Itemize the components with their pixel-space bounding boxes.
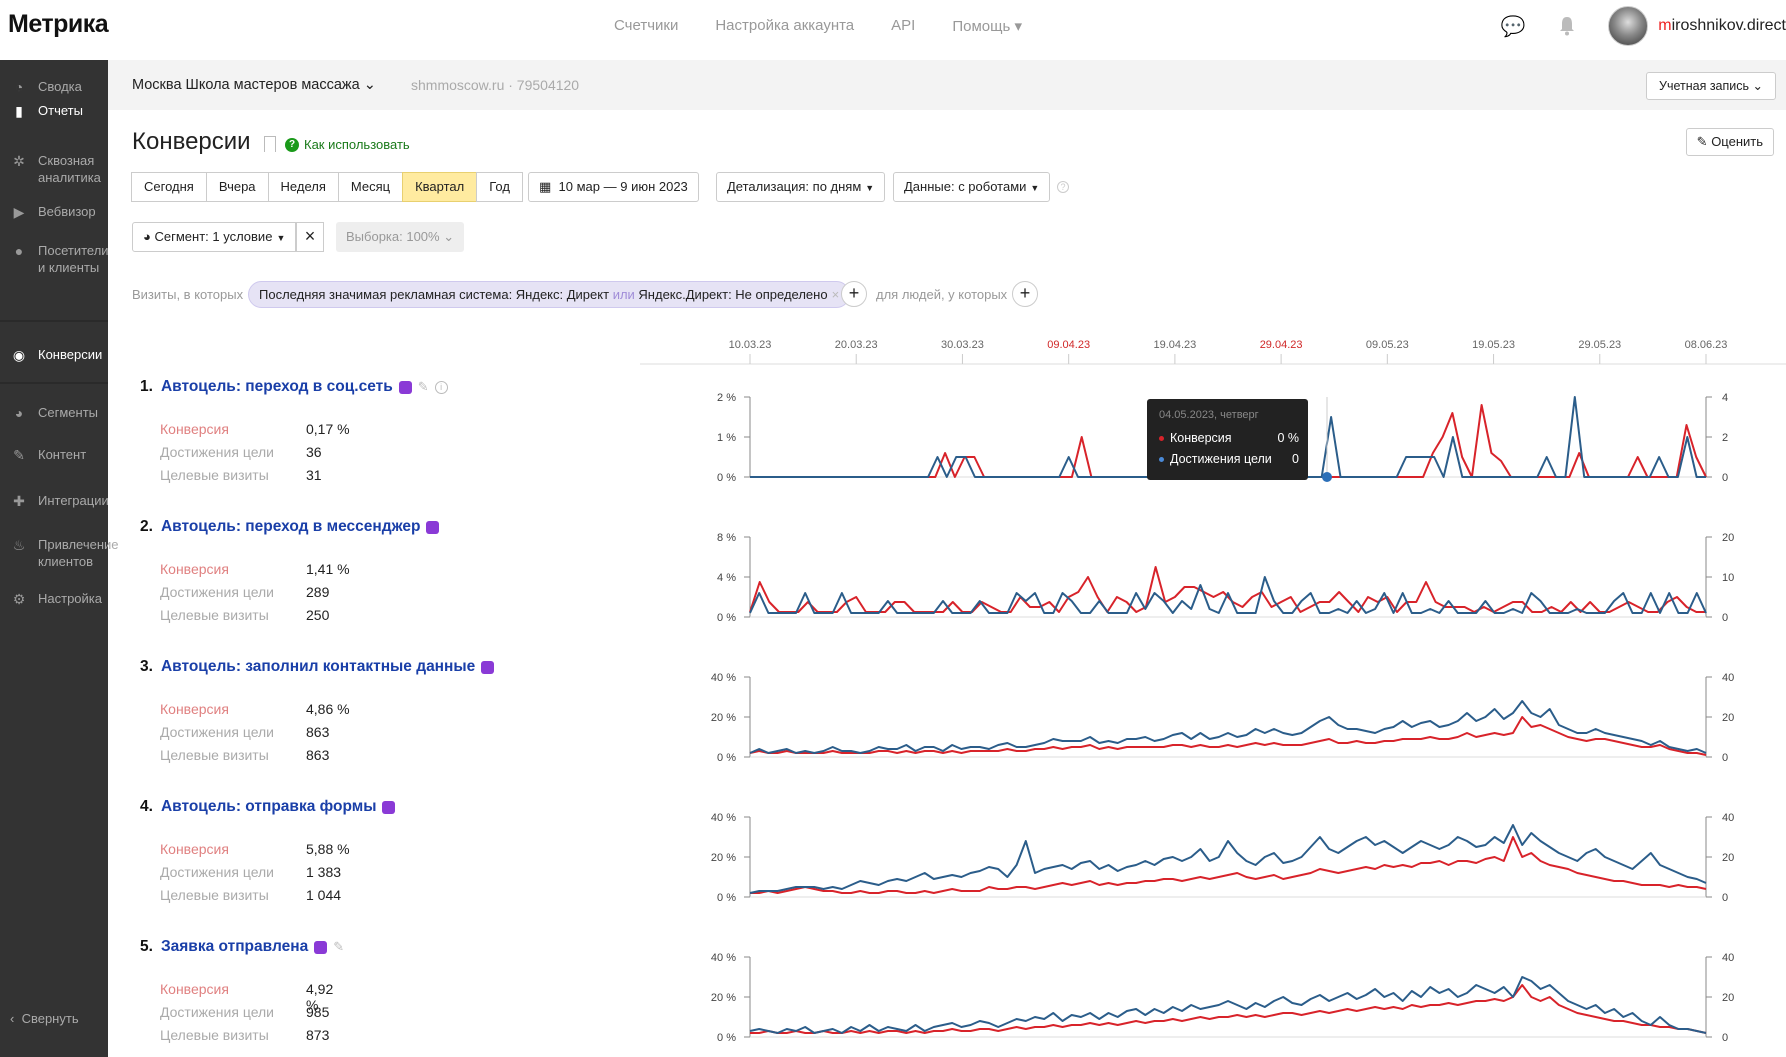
- right-axis-tick-label: 10: [1722, 572, 1734, 584]
- left-axis-tick-label: 20 %: [711, 852, 736, 864]
- tooltip-conv-value: 0 %: [1277, 431, 1299, 445]
- right-axis-tick-label: 0: [1722, 472, 1728, 484]
- left-axis-tick-label: 4 %: [717, 572, 736, 584]
- tooltip-date: 04.05.2023, четверг: [1159, 409, 1259, 421]
- left-axis-tick-label: 0 %: [717, 1032, 736, 1044]
- left-axis-tick-label: 0 %: [717, 752, 736, 764]
- left-axis-tick-label: 8 %: [717, 532, 736, 544]
- date-tick-label: 19.05.23: [1472, 339, 1515, 351]
- date-tick-label: 09.05.23: [1366, 339, 1409, 351]
- date-tick-label: 08.06.23: [1685, 339, 1728, 351]
- left-axis-tick-label: 0 %: [717, 892, 736, 904]
- right-axis-tick-label: 2: [1722, 432, 1728, 444]
- date-tick-label: 29.04.23: [1260, 339, 1303, 351]
- reaches-series-line: [749, 976, 1707, 1034]
- reaches-series-line: [749, 576, 1707, 614]
- red-dot-icon: [1159, 435, 1164, 441]
- tooltip-reach-row: Достижения цели 0: [1159, 452, 1299, 466]
- tooltip-conv-row: Конверсия 0 %: [1159, 431, 1299, 445]
- left-axis-tick-label: 40 %: [711, 952, 736, 964]
- left-axis-tick-label: 20 %: [711, 992, 736, 1004]
- right-axis-tick-label: 20: [1722, 852, 1734, 864]
- date-tick-label: 30.03.23: [941, 339, 984, 351]
- blue-dot-icon: [1159, 456, 1164, 462]
- left-axis-tick-label: 20 %: [711, 712, 736, 724]
- right-axis-tick-label: 4: [1722, 392, 1728, 404]
- conversion-series-line: [750, 984, 1707, 1034]
- date-tick-label: 20.03.23: [835, 339, 878, 351]
- date-tick-label: 19.04.23: [1153, 339, 1196, 351]
- right-axis-tick-label: 20: [1722, 712, 1734, 724]
- right-axis-tick-label: 0: [1722, 612, 1728, 624]
- left-axis-tick-label: 40 %: [711, 812, 736, 824]
- left-axis-tick-label: 2 %: [717, 392, 736, 404]
- conversion-series-line: [750, 836, 1707, 894]
- left-axis-tick-label: 40 %: [711, 672, 736, 684]
- tooltip-conv-label: Конверсия: [1170, 431, 1232, 445]
- right-axis-tick-label: 20: [1722, 992, 1734, 1004]
- right-axis-tick-label: 40: [1722, 672, 1734, 684]
- tooltip-reach-value: 0: [1292, 452, 1299, 466]
- right-axis-tick-label: 40: [1722, 812, 1734, 824]
- left-axis-tick-label: 0 %: [717, 612, 736, 624]
- right-axis-tick-label: 20: [1722, 532, 1734, 544]
- date-tick-label: 29.05.23: [1578, 339, 1621, 351]
- right-axis-tick-label: 0: [1722, 1032, 1728, 1044]
- hover-point-marker: [1322, 472, 1332, 482]
- reaches-series-line: [749, 824, 1707, 894]
- conversion-series-line: [749, 566, 1706, 613]
- right-axis-tick-label: 0: [1722, 892, 1728, 904]
- tooltip-reach-label: Достижения цели: [1170, 452, 1272, 466]
- date-tick-label: 09.04.23: [1047, 339, 1090, 351]
- right-axis-tick-label: 0: [1722, 752, 1728, 764]
- date-tick-label: 10.03.23: [729, 339, 772, 351]
- left-axis-tick-label: 0 %: [717, 472, 736, 484]
- goals-charts: 10.03.23 20.03.23 30.03.23 09.04.23 19.04.23…: [640, 339, 1786, 1044]
- right-axis-tick-label: 40: [1722, 952, 1734, 964]
- chart-tooltip: 04.05.2023, четверг Конверсия 0 % Достиж…: [1147, 399, 1308, 480]
- left-axis-tick-label: 1 %: [717, 432, 736, 444]
